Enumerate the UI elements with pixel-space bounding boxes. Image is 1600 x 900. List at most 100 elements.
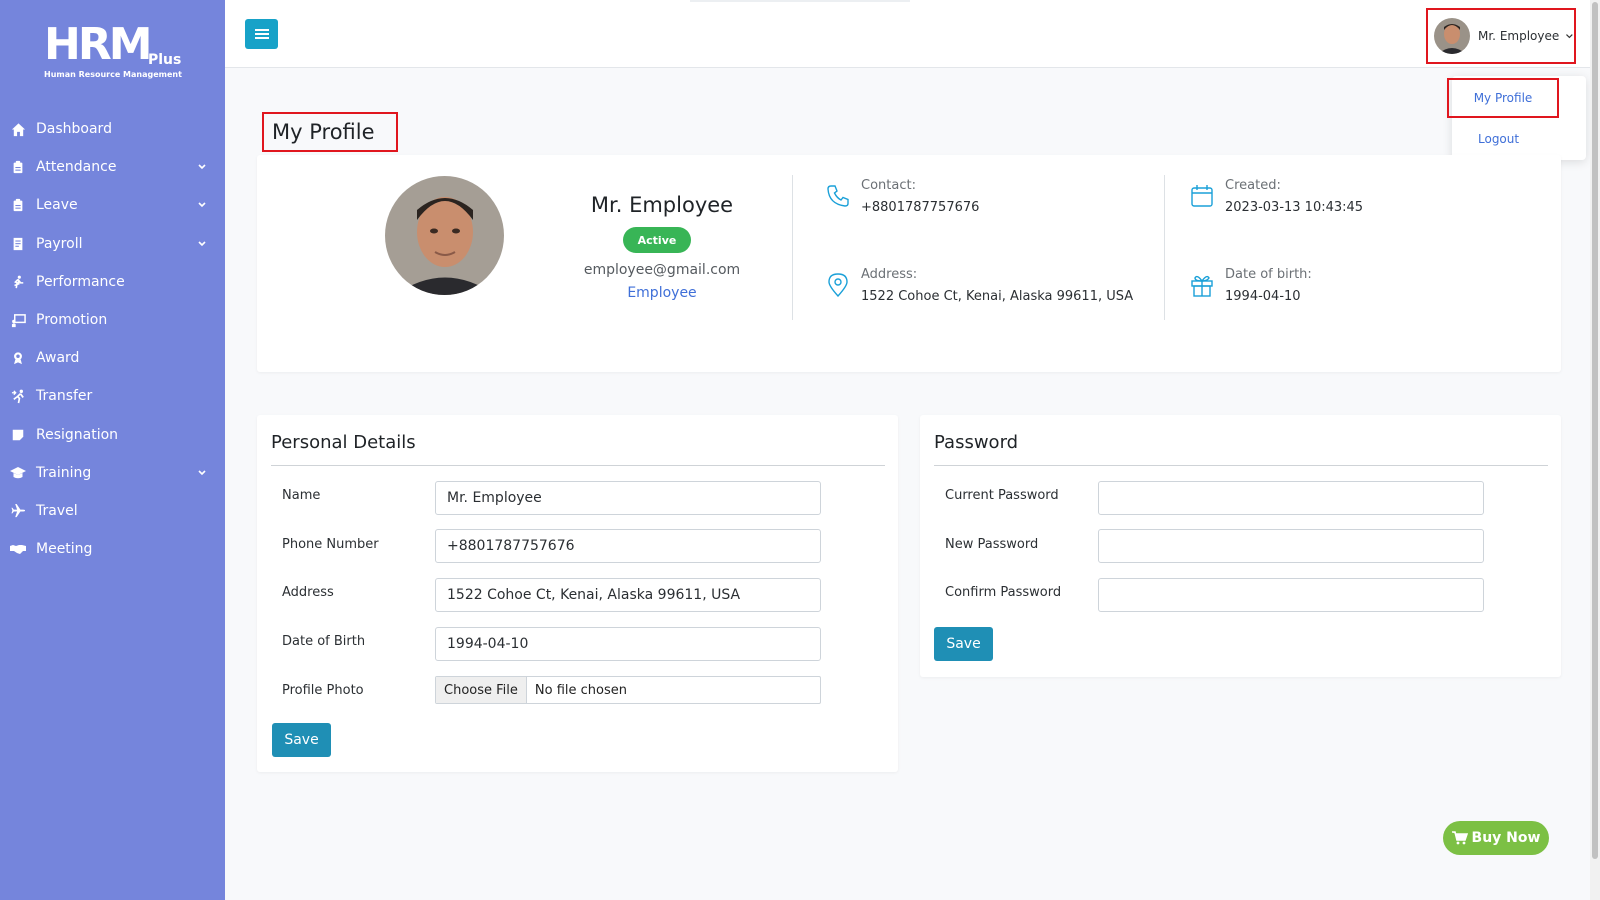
brand-logo[interactable]: HRM Plus Human Resource Management [44,22,184,82]
sidebar-item-award[interactable]: Award [0,339,225,377]
divider [271,465,885,466]
sidebar-item-meeting[interactable]: Meeting [0,530,225,568]
address-label: Address: [861,267,918,282]
sidebar-item-promotion[interactable]: Promotion [0,301,225,339]
plane-icon [10,503,26,519]
address-input[interactable] [435,578,821,612]
chevron-down-icon [198,202,206,208]
address-value: 1522 Cohoe Ct, Kenai, Alaska 99611, USA [861,289,1134,304]
sidebar-item-label: Travel [36,502,78,519]
sidebar-item-label: Attendance [36,159,117,176]
save-personal-button[interactable]: Save [272,723,331,757]
calendar-icon [1191,185,1213,207]
location-pin-icon [828,273,848,298]
created-value: 2023-03-13 10:43:45 [1225,200,1364,215]
chevron-down-icon [1566,34,1573,39]
sidebar-item-label: Meeting [36,541,93,558]
gift-icon [1191,275,1213,297]
dob-field-label: Date of Birth [282,634,366,649]
phone-label: Phone Number [282,537,379,552]
sidebar-item-dashboard[interactable]: Dashboard [0,110,225,148]
section-title: Personal Details [271,432,416,453]
sidebar-item-travel[interactable]: Travel [0,492,225,530]
sidebar-item-label: Promotion [36,312,108,329]
graduation-cap-icon [10,465,26,481]
sidebar-item-label: Dashboard [36,121,112,138]
personal-details-card: Personal Details Name Phone Number Addre… [257,415,898,772]
logo-subtitle: Human Resource Management [44,70,182,79]
sidebar-item-attendance[interactable]: Attendance [0,148,225,186]
user-name: Mr. Employee [1478,29,1560,43]
name-input[interactable] [435,481,821,515]
name-label: Name [282,488,321,503]
handshake-icon [10,541,26,557]
divider [792,175,793,320]
sidebar-item-label: Training [36,464,92,481]
hamburger-icon [254,29,269,39]
sidebar-item-label: Payroll [36,235,83,252]
receipt-icon [10,236,26,252]
dob-label: Date of birth: [1225,267,1312,282]
new-password-input[interactable] [1098,529,1484,563]
address-field-label: Address [282,585,334,600]
sidebar-item-label: Transfer [36,388,93,405]
menu-item-logout[interactable]: Logout [1452,132,1586,146]
dob-value: 1994-04-10 [1225,289,1301,304]
divider [934,465,1548,466]
top-shadow [690,0,910,2]
created-label: Created: [1225,178,1281,193]
sidebar-item-training[interactable]: Training [0,454,225,492]
save-password-button[interactable]: Save [934,627,993,661]
clipboard-icon [10,159,26,175]
confirm-password-input[interactable] [1098,578,1484,612]
new-password-label: New Password [945,537,1039,552]
contact-label: Contact: [861,178,916,193]
page-title: My Profile [272,120,375,144]
chevron-down-icon [198,164,206,170]
user-dropdown-menu: My Profile Logout [1447,76,1586,160]
topbar: Mr. Employee [225,0,1600,68]
profile-name: Mr. Employee [590,193,734,217]
profile-summary-card: Mr. Employee Active employee@gmail.com E… [257,155,1561,372]
phone-input[interactable] [435,529,821,563]
sidebar-item-transfer[interactable]: Transfer [0,377,225,415]
menu-toggle-button[interactable] [245,19,278,49]
chevron-down-icon [198,241,206,246]
file-status-text: No file chosen [534,682,627,698]
profile-email: employee@gmail.com [583,262,741,278]
sidebar-item-performance[interactable]: Performance [0,263,225,301]
sidebar-item-label: Resignation [36,426,119,443]
sidebar-nav: Dashboard Attendance Leave Payroll Performan… [0,110,225,568]
buy-now-button[interactable]: Buy Now [1443,821,1549,855]
cart-icon [1451,831,1468,845]
dob-input[interactable] [435,627,821,661]
choose-file-button[interactable]: Choose File [436,677,527,703]
logo-plus: Plus [148,52,182,68]
award-icon [10,350,26,366]
clipboard-icon [10,197,26,213]
user-menu-button[interactable]: Mr. Employee [1426,8,1576,64]
confirm-password-label: Confirm Password [945,585,1062,600]
profile-role: Employee [627,285,697,301]
sidebar-item-resignation[interactable]: Resignation [0,416,225,454]
chevron-down-icon [198,470,206,475]
scrollbar-thumb[interactable] [1592,2,1598,859]
current-password-label: Current Password [945,488,1059,503]
avatar [1434,18,1470,54]
contact-value: +8801787757676 [861,200,980,215]
menu-item-my-profile[interactable]: My Profile [1447,78,1559,118]
sidebar-item-label: Performance [36,273,125,290]
divider [1164,175,1165,320]
password-card: Password Current Password New Password C… [920,415,1561,677]
sidebar-item-label: Leave [36,197,78,214]
profile-avatar [385,176,504,295]
profile-photo-file-input[interactable]: Choose File No file chosen [435,676,821,704]
running-icon [10,274,26,290]
phone-icon [827,185,849,207]
sidebar-item-payroll[interactable]: Payroll [0,225,225,263]
page-title-box: My Profile [262,112,398,152]
sidebar-item-label: Award [36,350,80,367]
current-password-input[interactable] [1098,481,1484,515]
sidebar-item-leave[interactable]: Leave [0,186,225,224]
home-icon [10,121,26,137]
